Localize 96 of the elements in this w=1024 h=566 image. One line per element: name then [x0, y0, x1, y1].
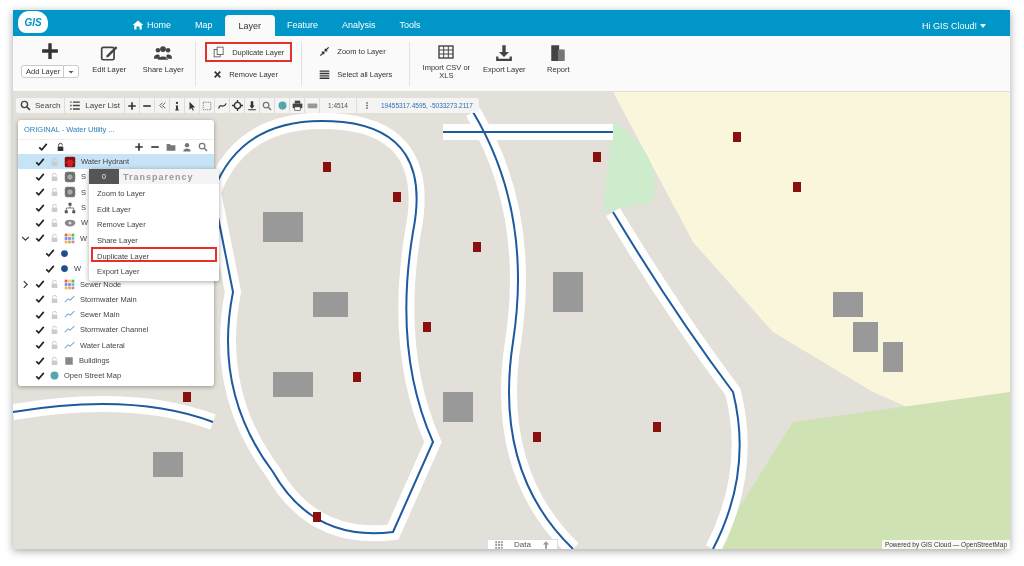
pin-icon	[247, 100, 258, 111]
layer-checkbox[interactable]	[35, 324, 45, 335]
layer-checkbox[interactable]	[35, 340, 45, 351]
check-icon	[35, 187, 45, 198]
toolbar-button[interactable]	[125, 98, 141, 113]
lock-icon	[50, 171, 59, 182]
layer-checkbox[interactable]	[35, 355, 45, 366]
slider-label: Transparency	[122, 171, 194, 182]
measure-icon	[216, 100, 228, 111]
compress-icon	[319, 46, 331, 57]
layer-checkbox[interactable]	[45, 263, 55, 274]
manhole-icon	[64, 186, 76, 199]
edit-icon	[100, 44, 119, 62]
lock-icon	[56, 142, 65, 152]
add-icon	[134, 142, 144, 152]
layer-list-button[interactable]: Layer List	[65, 98, 126, 113]
user-icon	[182, 142, 192, 152]
check-icon	[35, 233, 45, 244]
zoom-icon	[198, 142, 208, 152]
cross-icon	[213, 70, 223, 79]
graduated-icon	[64, 232, 75, 244]
plus-small-icon	[127, 100, 138, 111]
dot-icon	[60, 264, 69, 274]
search-icon	[20, 100, 31, 111]
layer-checkbox[interactable]	[35, 171, 45, 182]
check-icon	[35, 355, 45, 366]
square-icon	[64, 355, 74, 366]
check-icon	[35, 279, 45, 289]
check-icon	[38, 142, 48, 152]
toolbar-button[interactable]	[140, 98, 156, 113]
check-icon	[35, 294, 45, 305]
dot-icon	[60, 248, 69, 258]
toolbar-button[interactable]	[245, 98, 261, 113]
lock-icon	[50, 355, 59, 366]
caret-icon	[980, 24, 986, 28]
layer-checkbox[interactable]	[35, 217, 45, 228]
table-icon	[437, 44, 456, 60]
line-icon	[64, 293, 75, 305]
graduated-icon	[64, 278, 75, 290]
check-icon	[35, 202, 45, 213]
users-icon	[153, 44, 174, 62]
data-tab[interactable]: Data	[487, 539, 558, 549]
collapse-icon	[157, 101, 167, 110]
lock-icon	[50, 309, 59, 320]
check-icon	[35, 340, 45, 351]
logo: GIS	[18, 11, 48, 33]
lock-icon	[50, 294, 59, 305]
report-icon	[549, 44, 568, 62]
lock-icon	[50, 340, 59, 351]
layer-checkbox[interactable]	[35, 187, 45, 198]
copy-icon	[213, 46, 226, 58]
layer-checkbox[interactable]	[35, 233, 45, 244]
folder-icon	[166, 142, 176, 152]
toolbar-button[interactable]	[290, 98, 306, 113]
check-icon	[35, 324, 45, 335]
list-icon	[69, 100, 82, 111]
manhole-icon	[64, 170, 76, 183]
network-icon	[64, 201, 76, 214]
check-icon	[35, 217, 45, 228]
download-icon	[495, 44, 514, 62]
search-button[interactable]: Search	[16, 98, 66, 113]
lock-icon	[50, 187, 59, 198]
layer-checkbox[interactable]	[35, 294, 45, 305]
check-icon	[35, 309, 45, 320]
lock-icon	[50, 233, 59, 244]
check-icon	[35, 171, 45, 182]
check-icon	[45, 248, 55, 259]
layer-checkbox[interactable]	[35, 279, 45, 289]
plus-icon	[41, 42, 60, 60]
nav-tab[interactable]: Layer	[224, 15, 276, 36]
select-icon	[202, 100, 213, 111]
toolbar-button[interactable]	[215, 98, 231, 113]
check-icon	[35, 370, 45, 381]
globe-icon	[50, 371, 59, 381]
layer-checkbox[interactable]	[45, 248, 55, 259]
layer-checkbox[interactable]	[35, 156, 45, 167]
locate-icon	[231, 100, 243, 111]
layer-checkbox[interactable]	[35, 309, 45, 320]
check-icon	[45, 263, 55, 274]
toolbar-button[interactable]	[230, 98, 246, 113]
lock-icon	[50, 156, 59, 167]
lock-icon	[50, 202, 59, 213]
zoom-icon	[262, 100, 273, 111]
lock-icon	[50, 217, 59, 228]
layer-checkbox[interactable]	[35, 202, 45, 213]
home-icon	[132, 19, 144, 31]
globe-icon	[277, 101, 287, 110]
line-icon	[64, 339, 75, 351]
layer-checkbox[interactable]	[35, 370, 45, 381]
grid-icon	[494, 539, 504, 549]
lines-icon	[319, 69, 331, 80]
hydrant-icon	[64, 155, 76, 168]
bar-icon	[306, 100, 318, 111]
check-icon	[35, 156, 45, 167]
lock-icon	[50, 324, 59, 335]
lock-icon	[50, 279, 59, 289]
